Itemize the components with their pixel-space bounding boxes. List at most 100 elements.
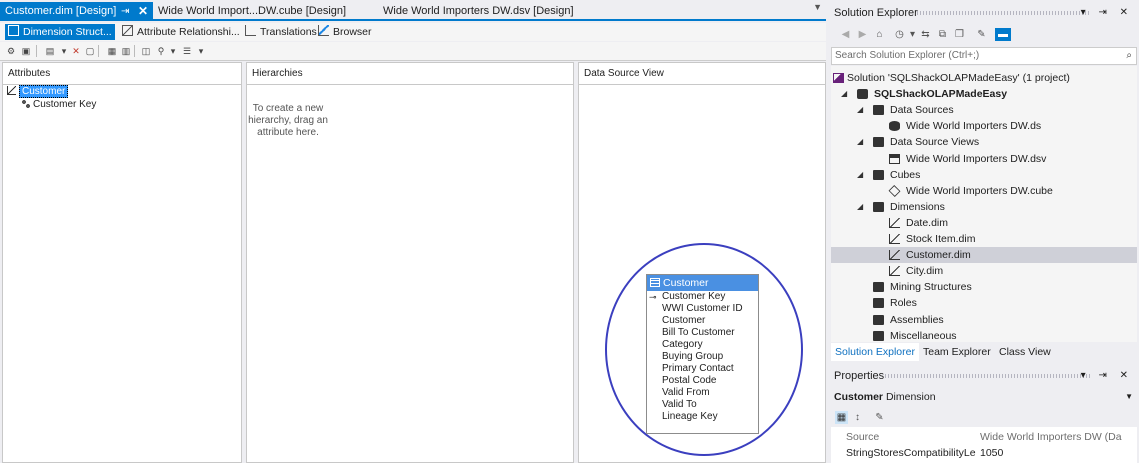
dimension-icon [7, 86, 16, 95]
expand-arrow-icon[interactable]: ◢ [857, 102, 863, 118]
dsv-column[interactable]: Category [647, 339, 758, 351]
dsv-column[interactable]: Bill To Customer [647, 327, 758, 339]
show-all-files-icon[interactable]: ❐ [953, 28, 966, 41]
properties-wrench-icon[interactable]: ✎ [975, 28, 988, 41]
tree-item[interactable]: ◢ SQLShackOLAPMadeEasy [831, 86, 1137, 102]
tab-solution-explorer[interactable]: Solution Explorer [831, 343, 919, 361]
find-icon[interactable]: ⚲ [155, 45, 167, 57]
tree-item[interactable]: ◢ Cubes [831, 167, 1137, 183]
tree-item[interactable]: ◢ Data Sources [831, 102, 1137, 118]
dsv-column[interactable]: WWI Customer ID [647, 303, 758, 315]
attribute-node[interactable]: Customer Key [21, 99, 96, 111]
tree-item[interactable]: Wide World Importers DW.ds [831, 118, 1137, 134]
property-row[interactable]: StringStoresCompatibilityLe 1050 [831, 445, 1137, 461]
tab-dsv-design[interactable]: Wide World Importers DW.dsv [Design] [378, 2, 574, 21]
properties-titlebar: Properties ▾ ⇥ ✕ [829, 365, 1139, 387]
dsv-column[interactable]: ⊸ Customer Key [647, 291, 758, 303]
tree-item[interactable]: Assemblies [831, 312, 1137, 328]
tree-item[interactable]: City.dim [831, 263, 1137, 279]
solution-explorer-title: Solution Explorer [834, 7, 918, 19]
dsv-column[interactable]: Customer [647, 315, 758, 327]
tab-translations[interactable]: Translations [242, 24, 317, 40]
tree-item[interactable]: Roles [831, 295, 1137, 311]
tree-item[interactable]: Mining Structures [831, 279, 1137, 295]
pending-changes-icon[interactable]: ◷ [893, 28, 906, 41]
tab-attribute-relationships[interactable]: Attribute Relationshi... [119, 24, 240, 40]
dsv-column[interactable]: Lineage Key [647, 411, 758, 423]
property-name: StringStoresCompatibilityLe [846, 447, 976, 459]
tab-customer-dim-design[interactable]: Customer.dim [Design] ⇥ ✕ [0, 2, 153, 21]
dsv-column[interactable]: Valid From [647, 387, 758, 399]
tab-browser[interactable]: Browser [315, 24, 372, 40]
preview-icon[interactable]: ▬ [995, 28, 1011, 41]
hierarchy-drop-hint[interactable]: To create a new hierarchy, drag an attri… [247, 103, 329, 139]
folder-icon [873, 137, 884, 148]
diagram-icon[interactable]: ◫ [140, 45, 152, 57]
new-attribute-icon[interactable]: ▤ [44, 45, 56, 57]
dropdown-arrow-icon[interactable]: ▾ [58, 45, 70, 57]
tree-item[interactable]: Stock Item.dim [831, 231, 1137, 247]
dimension-node[interactable]: Customer [7, 85, 69, 98]
dimension-icon [889, 217, 900, 228]
properties-grid: Source Wide World Importers DW (Da StringS… [831, 427, 1137, 463]
dropdown-arrow-icon[interactable]: ▾ [906, 28, 919, 41]
dsv-column[interactable]: Valid To [647, 399, 758, 411]
search-icon[interactable]: ⌕ [1126, 48, 1132, 64]
property-pages-icon[interactable]: ✎ [873, 411, 886, 424]
chevron-down-icon[interactable]: ▼ [1125, 388, 1133, 406]
property-value[interactable]: Wide World Importers DW (Da [980, 429, 1137, 445]
solution-explorer-search-input[interactable]: Search Solution Explorer (Ctrl+;) ⌕ [831, 47, 1137, 65]
expand-arrow-icon[interactable]: ◢ [857, 167, 863, 183]
pin-icon[interactable]: ⇥ [121, 2, 129, 21]
expand-arrow-icon[interactable]: ◢ [841, 86, 847, 102]
back-icon[interactable]: ◀ [839, 28, 852, 41]
dropdown-arrow-icon[interactable]: ▾ [195, 45, 207, 57]
toolbar-separator [134, 45, 135, 57]
expand-arrow-icon[interactable]: ◢ [857, 199, 863, 215]
show-icon[interactable]: ▢ [84, 45, 96, 57]
drag-grip[interactable] [885, 374, 1091, 378]
window-controls[interactable]: ▾ ⇥ ✕ [1081, 365, 1133, 387]
delete-icon[interactable]: ✕ [70, 45, 82, 57]
properties-object-selector[interactable]: Customer Dimension ▼ [831, 388, 1137, 406]
window-controls[interactable]: ▾ ⇥ ✕ [1081, 2, 1133, 24]
tree-item[interactable]: Wide World Importers DW.dsv [831, 151, 1137, 167]
toolbar-separator [98, 45, 99, 57]
collapse-all-icon[interactable]: ⧉ [936, 28, 949, 41]
alphabetical-icon[interactable]: ↕ [851, 411, 864, 424]
tab-class-view[interactable]: Class View [995, 343, 1055, 361]
close-icon[interactable]: ✕ [138, 2, 148, 21]
tree-item-label: SQLShackOLAPMadeEasy [874, 88, 1008, 101]
home-icon[interactable]: ⌂ [873, 28, 886, 41]
forward-icon[interactable]: ▶ [856, 28, 869, 41]
tab-list-dropdown-icon[interactable]: ▼ [813, 2, 822, 12]
tree-item[interactable]: ◢ Data Source Views [831, 134, 1137, 150]
dsv-table-header[interactable]: Customer [647, 275, 758, 291]
save-icon[interactable]: ▣ [20, 45, 32, 57]
drag-grip[interactable] [917, 11, 1091, 15]
dsv-column[interactable]: Postal Code [647, 375, 758, 387]
process-icon[interactable]: ⚙ [5, 45, 17, 57]
grid-icon[interactable]: ▦ [106, 45, 118, 57]
tab-cube-design[interactable]: Wide World Import...DW.cube [Design] [153, 2, 346, 21]
layout-icon[interactable]: ☰ [181, 45, 193, 57]
property-row[interactable]: Source Wide World Importers DW (Da [831, 429, 1137, 445]
property-value[interactable]: 1050 [980, 445, 1137, 461]
dropdown-arrow-icon[interactable]: ▾ [167, 45, 179, 57]
tree-item[interactable]: Miscellaneous [831, 328, 1137, 344]
tab-team-explorer[interactable]: Team Explorer [919, 343, 995, 361]
table-icon[interactable]: ▥ [120, 45, 132, 57]
dsv-column[interactable]: Buying Group [647, 351, 758, 363]
tree-item[interactable]: Date.dim [831, 215, 1137, 231]
tree-item[interactable]: Wide World Importers DW.cube [831, 183, 1137, 199]
sync-icon[interactable]: ⇆ [919, 28, 932, 41]
categorized-icon[interactable]: ▦ [835, 411, 848, 424]
tab-dimension-structure[interactable]: Dimension Struct... [5, 24, 115, 40]
tree-item[interactable]: Solution 'SQLShackOLAPMadeEasy' (1 proje… [831, 70, 1137, 86]
dsv-column[interactable]: Primary Contact [647, 363, 758, 375]
tree-item[interactable]: ◢ Dimensions [831, 199, 1137, 215]
expand-arrow-icon[interactable]: ◢ [857, 134, 863, 150]
dsv-table-customer[interactable]: Customer ⊸ Customer Key WWI Customer ID Cus… [646, 274, 759, 434]
tree-item[interactable]: Customer.dim [831, 247, 1137, 264]
tree-item-label: Mining Structures [890, 281, 972, 294]
